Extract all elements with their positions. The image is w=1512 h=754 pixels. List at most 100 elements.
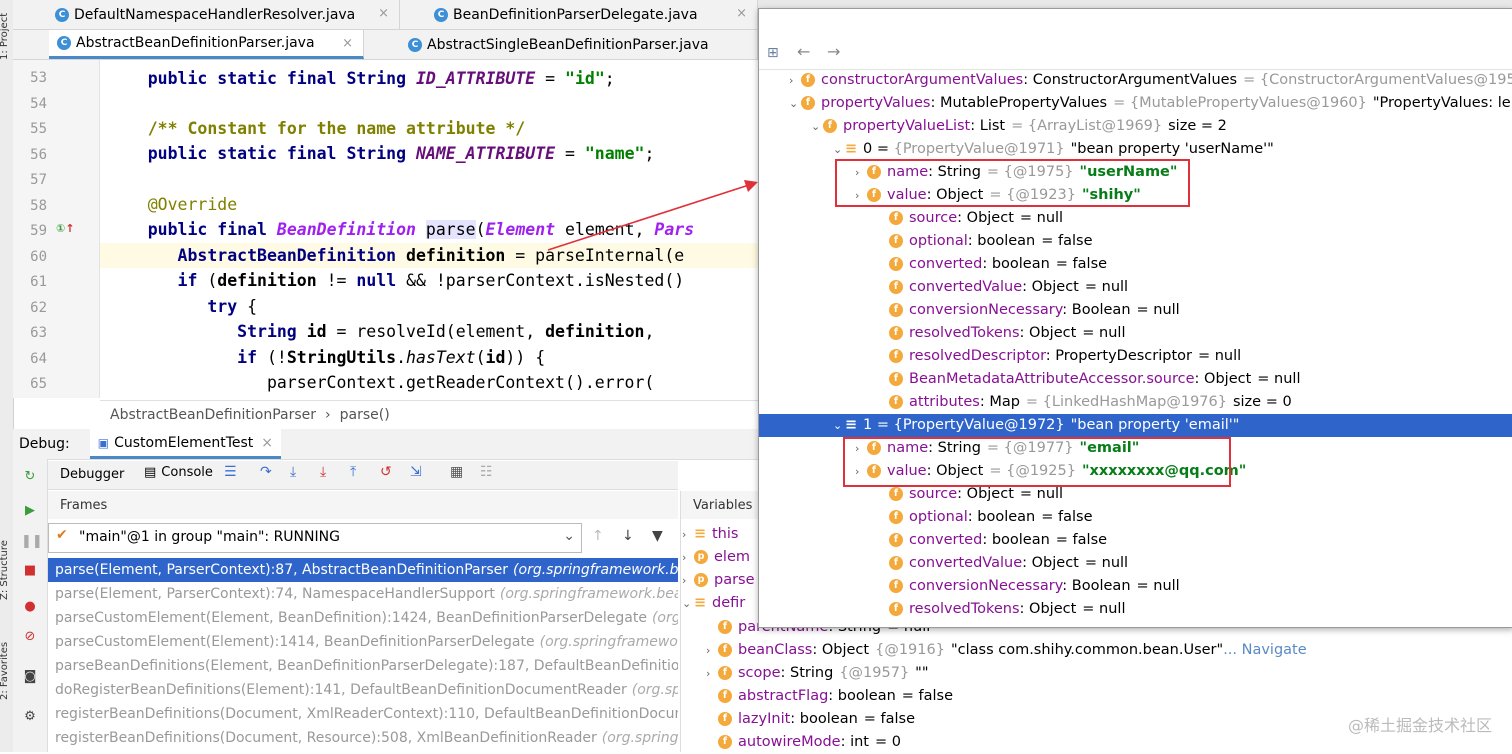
run-to-cursor-icon[interactable]: ⇲: [410, 464, 422, 480]
stack-frame[interactable]: registerBeanDefinitions(Document, Resour…: [48, 726, 678, 750]
close-icon[interactable]: ×: [261, 435, 273, 451]
expand-icon[interactable]: ⌄: [811, 115, 823, 138]
tab-debugger[interactable]: Debugger: [60, 467, 124, 482]
forward-arrow-icon[interactable]: →: [827, 42, 840, 61]
popup-tree-row[interactable]: f resolvedDescriptor: PropertyDescriptor =…: [889, 345, 1241, 368]
popup-tree-row[interactable]: f attributes: Map = {LinkedHashMap@1976} si…: [889, 391, 1292, 414]
popup-tree-row[interactable]: f optional: boolean = false: [889, 506, 1093, 529]
rerun-icon[interactable]: ↻: [21, 469, 39, 487]
popup-tree-row[interactable]: f convertedValue: Object = null: [889, 552, 1128, 575]
popup-tree-row[interactable]: ⌄ ≡ 1 = {PropertyValue@1972} "bean property…: [833, 414, 1239, 437]
trace-icon[interactable]: ☷: [480, 464, 493, 480]
popup-tree-row[interactable]: ⌄ ≡ 0 = {PropertyValue@1971} "bean property…: [833, 138, 1274, 161]
expand-icon[interactable]: ⌄: [833, 414, 845, 437]
close-icon[interactable]: ×: [378, 6, 389, 21]
tab-abstract-bean-definition-parser[interactable]: C AbstractBeanDefinitionParser.java ×: [49, 30, 364, 59]
stack-frame[interactable]: registerBeanDefinitions(Document, XmlRea…: [48, 702, 678, 726]
stack-frame[interactable]: parseBeanDefinitions(Element, BeanDefini…: [48, 654, 678, 678]
code-line-63[interactable]: String id = resolveId(element, definitio…: [108, 319, 758, 344]
step-over-icon[interactable]: ↷: [260, 464, 272, 480]
mute-breakpoints-icon[interactable]: ⊘: [21, 629, 39, 647]
resume-icon[interactable]: ▶: [21, 503, 39, 521]
stop-icon[interactable]: ■: [21, 563, 39, 581]
tab-custom-element-test[interactable]: ▣ CustomElementTest ×: [89, 429, 282, 459]
variable-row[interactable]: f autowireMode: int = 0: [706, 731, 901, 754]
view-breakpoints-icon[interactable]: ●: [21, 599, 39, 617]
tab-bean-definition-parser-delegate[interactable]: C BeanDefinitionParserDelegate.java ×: [400, 0, 758, 29]
popup-tree-row[interactable]: f converted: boolean = false: [889, 253, 1107, 276]
project-tool-label[interactable]: 1: Project: [0, 13, 10, 60]
drop-frame-icon[interactable]: ↺: [380, 464, 392, 480]
camera-icon[interactable]: ◙: [21, 669, 39, 687]
variable-row[interactable]: › f beanClass: Object {@1916} "class com.shi…: [706, 639, 1307, 662]
code-line-65[interactable]: parserContext.getReaderContext().error(: [108, 370, 758, 395]
expand-icon[interactable]: ›: [682, 523, 694, 546]
tab-console[interactable]: ▤ Console: [144, 465, 213, 480]
popup-tree-row[interactable]: › f constructorArgumentValues: Constructor…: [789, 69, 1512, 92]
popup-tree-row[interactable]: f resolvedTokens: Object = null: [889, 322, 1125, 345]
filter-icon[interactable]: ▼: [652, 528, 663, 544]
expand-icon[interactable]: ⌄: [833, 138, 845, 161]
close-icon[interactable]: ×: [342, 36, 353, 51]
thread-selector[interactable]: ✔ "main"@1 in group "main": RUNNING ⌄: [48, 523, 582, 553]
code-line-55[interactable]: /** Constant for the name attribute */: [108, 116, 758, 141]
force-step-into-icon[interactable]: ⤓: [320, 464, 326, 480]
expand-icon[interactable]: ›: [682, 569, 694, 592]
popup-tree-row[interactable]: f conversionNecessary: Boolean = null: [889, 575, 1180, 598]
expand-icon[interactable]: ⌄: [789, 92, 801, 115]
code-line-62[interactable]: try {: [108, 294, 758, 319]
pause-icon[interactable]: ❚❚: [21, 534, 43, 552]
settings-icon[interactable]: ⚙: [21, 709, 39, 727]
stack-frame[interactable]: parse(Element, ParserContext):87, Abstra…: [48, 558, 678, 582]
stack-frame[interactable]: doRegisterBeanDefinitions(Element):141, …: [48, 678, 678, 702]
variable-row[interactable]: › p parse: [682, 569, 755, 592]
navigate-link[interactable]: ... Navigate: [1223, 642, 1306, 658]
stack-frame[interactable]: parseCustomElement(Element):1414, BeanDe…: [48, 630, 678, 654]
popup-tree-row[interactable]: ⌄ f propertyValueList: List = {ArrayList@19…: [811, 115, 1227, 138]
expand-icon[interactable]: ›: [789, 69, 801, 92]
expand-icon[interactable]: ›: [706, 662, 718, 685]
code-line-61[interactable]: if (definition != null && !parserContext…: [108, 268, 758, 293]
field-icon: f: [718, 620, 732, 634]
threads-icon[interactable]: ☰: [224, 464, 237, 480]
breadcrumb-method[interactable]: parse(): [340, 407, 390, 423]
popup-tree-row[interactable]: ⌄ f propertyValues: MutablePropertyValues =…: [789, 92, 1512, 115]
variable-row[interactable]: › ≡ this: [682, 523, 738, 546]
expand-icon[interactable]: ›: [706, 639, 718, 662]
structure-tool-label[interactable]: Z: Structure: [0, 540, 10, 600]
popup-tree-row[interactable]: f optional: boolean = false: [889, 230, 1093, 253]
override-gutter-icon[interactable]: ①↑: [56, 222, 75, 235]
stack-frame[interactable]: parseCustomElement(Element, BeanDefiniti…: [48, 606, 678, 630]
variable-row[interactable]: f abstractFlag: boolean = false: [706, 685, 953, 708]
close-icon[interactable]: ×: [736, 6, 747, 21]
expand-icon[interactable]: ›: [682, 546, 694, 569]
tab-default-namespace-handler-resolver[interactable]: C DefaultNamespaceHandlerResolver.java ×: [47, 0, 400, 29]
code-line-56[interactable]: public static final String NAME_ATTRIBUT…: [108, 141, 758, 166]
variable-row[interactable]: › p elem: [682, 546, 750, 569]
back-arrow-icon[interactable]: ←: [797, 42, 810, 61]
step-into-icon[interactable]: ⤓: [290, 464, 296, 480]
popup-tree-row[interactable]: f conversionNecessary: Boolean = null: [889, 299, 1180, 322]
popup-tree-row[interactable]: f convertedValue: Object = null: [889, 276, 1128, 299]
favorites-tool-label[interactable]: 2: Favorites: [0, 642, 10, 700]
expand-icon[interactable]: ⌄: [682, 592, 694, 615]
popup-tree-row[interactable]: f source: Object = null: [889, 207, 1063, 230]
hierarchy-icon[interactable]: ⊞: [767, 45, 779, 61]
value-summary: "bean property 'email'": [1070, 417, 1240, 433]
variable-row[interactable]: ⌄ ≡ defir: [682, 592, 745, 615]
stack-frame[interactable]: parse(Element, ParserContext):74, Namesp…: [48, 582, 678, 606]
variable-row[interactable]: f lazyInit: boolean = false: [706, 708, 915, 731]
variable-row[interactable]: › f scope: String {@1957} "": [706, 662, 929, 685]
evaluate-expression-icon[interactable]: ▦: [450, 464, 463, 480]
previous-frame-icon[interactable]: ↑: [592, 528, 604, 544]
popup-tree-row[interactable]: f resolvedTokens: Object = null: [889, 598, 1125, 621]
breadcrumb-class[interactable]: AbstractBeanDefinitionParser: [110, 407, 316, 423]
next-frame-icon[interactable]: ↓: [622, 528, 634, 544]
variable-name: defir: [712, 595, 746, 611]
code-line-64[interactable]: if (!StringUtils.hasText(id)) {: [108, 345, 758, 370]
popup-tree-row[interactable]: f BeanMetadataAttributeAccessor.source: O…: [889, 368, 1300, 391]
step-out-icon[interactable]: ⤒: [350, 464, 356, 480]
tab-abstract-single-bean-definition-parser[interactable]: C AbstractSingleBeanDefinitionParser.java: [364, 30, 758, 59]
popup-tree-row[interactable]: f converted: boolean = false: [889, 529, 1107, 552]
code-line-53[interactable]: public static final String ID_ATTRIBUTE …: [108, 66, 758, 91]
